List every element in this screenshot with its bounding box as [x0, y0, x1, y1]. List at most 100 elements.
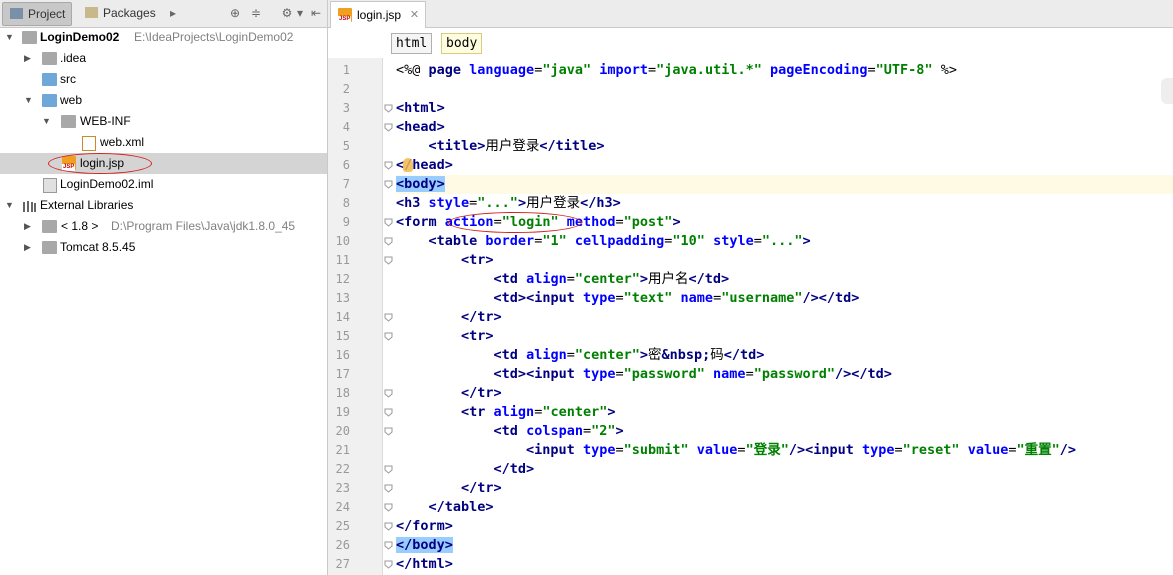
expanded-arrow-icon[interactable]: ▼ — [5, 33, 14, 42]
code-token: <input — [526, 442, 583, 458]
code-token: > — [672, 214, 681, 230]
tree-item-web-xml[interactable]: web.xml — [0, 132, 327, 153]
code-line[interactable]: <title>用户登录</title> — [396, 137, 1173, 156]
code-line[interactable]: <tr> — [396, 327, 1173, 346]
code-token: "center" — [574, 271, 640, 287]
line-number: 27 — [335, 557, 350, 571]
code-line[interactable]: <td align="center">密&nbsp;码</td> — [396, 346, 1173, 365]
tab-packages[interactable]: Packages — [78, 2, 162, 24]
code-token: = — [867, 62, 876, 78]
code-line[interactable]: </td> — [396, 460, 1173, 479]
code-token: "post" — [623, 214, 673, 230]
xml-file-icon — [82, 136, 96, 151]
code-line[interactable]: <td colspan="2"> — [396, 422, 1173, 441]
close-icon[interactable]: ✕ — [410, 2, 419, 28]
scrollbar-marker[interactable] — [1161, 78, 1173, 104]
code-line[interactable]: <head> — [396, 118, 1173, 137]
code-line[interactable]: <input type="submit" value="登录"/><input … — [396, 441, 1173, 460]
code-line[interactable]: <td align="center">用户名</td> — [396, 270, 1173, 289]
editor-tab-login-jsp[interactable]: login.jsp ✕ — [330, 1, 427, 28]
breadcrumb-html[interactable]: html — [391, 33, 433, 54]
code-line[interactable]: <table border="1" cellpadding="10" style… — [396, 232, 1173, 251]
collapsed-arrow-icon[interactable]: ▶ — [24, 243, 32, 252]
tree-item-src[interactable]: src — [0, 69, 327, 90]
gear-icon[interactable]: ⚙ — [280, 6, 294, 20]
code-line[interactable]: <tr> — [396, 251, 1173, 270]
line-number: 1 — [342, 63, 350, 77]
code-token: <title> — [428, 138, 486, 154]
code-line[interactable]: </tr> — [396, 308, 1173, 327]
line-number: 15 — [335, 329, 350, 343]
code-line[interactable]: </head> — [396, 156, 1173, 175]
code-token: = — [894, 442, 903, 458]
expanded-arrow-icon[interactable]: ▼ — [42, 117, 51, 126]
intention-bulb-icon[interactable] — [403, 158, 413, 172]
collapsed-arrow-icon[interactable]: ▶ — [24, 222, 32, 231]
line-number: 18 — [335, 386, 350, 400]
gear-dropdown-icon[interactable]: ▾ — [293, 6, 307, 20]
tree-item-tomcat[interactable]: ▶ Tomcat 8.5.45 — [0, 237, 327, 258]
code-line[interactable]: </body> — [396, 536, 1173, 555]
code-token: </tr> — [461, 309, 502, 325]
code-line[interactable]: <body> — [396, 175, 1173, 194]
module-folder-icon — [22, 31, 37, 44]
tree-item-external-libraries[interactable]: ▼ External Libraries — [0, 195, 327, 216]
code-token: "..." — [761, 233, 803, 249]
code-token: > — [607, 404, 616, 420]
code-token: > — [517, 195, 527, 211]
code-token: style — [428, 195, 470, 211]
tree-item-logindemo02[interactable]: ▼ LoginDemo02 E:\IdeaProjects\LoginDemo0… — [0, 27, 327, 48]
code-token: %> — [932, 62, 957, 78]
code-line[interactable]: <td><input type="password" name="passwor… — [396, 365, 1173, 384]
scroll-from-source-icon[interactable]: ⊕ — [228, 6, 242, 20]
code-line[interactable]: <td><input type="text" name="username"/>… — [396, 289, 1173, 308]
expanded-arrow-icon[interactable]: ▼ — [24, 96, 33, 105]
code-area[interactable]: <%@ page language="java" import="java.ut… — [383, 58, 1173, 575]
collapse-all-icon[interactable]: ≑ — [249, 6, 263, 20]
more-tabs-icon[interactable]: ▸ — [166, 6, 180, 20]
code-line[interactable]: </tr> — [396, 384, 1173, 403]
code-line[interactable]: </form> — [396, 517, 1173, 536]
code-line[interactable]: </html> — [396, 555, 1173, 574]
breadcrumb-body[interactable]: body — [441, 33, 483, 54]
line-number: 13 — [335, 291, 350, 305]
code-token: <td — [493, 271, 527, 287]
jsp-file-icon — [338, 8, 352, 23]
expanded-arrow-icon[interactable]: ▼ — [5, 201, 14, 210]
tree-item-idea[interactable]: ▶ .idea — [0, 48, 327, 69]
tree-item-web[interactable]: ▼ web — [0, 90, 327, 111]
code-line[interactable]: <%@ page language="java" import="java.ut… — [396, 61, 1173, 80]
code-line[interactable]: </table> — [396, 498, 1173, 517]
code-token: <tr> — [461, 252, 494, 268]
code-line[interactable]: <tr align="center"> — [396, 403, 1173, 422]
tree-item-web-inf[interactable]: ▼ WEB-INF — [0, 111, 327, 132]
hide-panel-icon[interactable]: ⇤ — [309, 6, 323, 20]
code-token: type — [582, 290, 616, 306]
code-line[interactable]: <html> — [396, 99, 1173, 118]
line-number: 5 — [342, 139, 350, 153]
tab-project[interactable]: Project — [2, 2, 73, 26]
code-token: "password" — [753, 366, 835, 382]
code-line[interactable] — [396, 80, 1173, 99]
code-line[interactable]: <h3 style="...">用户登录</h3> — [396, 194, 1173, 213]
tree-item-login-jsp[interactable]: login.jsp — [0, 153, 327, 174]
tree-item-jdk[interactable]: ▶ < 1.8 > D:\Program Files\Java\jdk1.8.0… — [0, 216, 327, 237]
tree-item-iml[interactable]: LoginDemo02.iml — [0, 174, 327, 195]
line-number: 7 — [342, 177, 350, 191]
collapsed-arrow-icon[interactable]: ▶ — [24, 54, 32, 63]
code-token: = — [615, 290, 624, 306]
red-circle-annotation — [48, 153, 152, 174]
code-line[interactable]: </tr> — [396, 479, 1173, 498]
code-token: "username" — [721, 290, 803, 306]
web-folder-icon — [42, 94, 57, 107]
code-token: > — [639, 347, 649, 363]
code-token: </td> — [851, 366, 892, 382]
